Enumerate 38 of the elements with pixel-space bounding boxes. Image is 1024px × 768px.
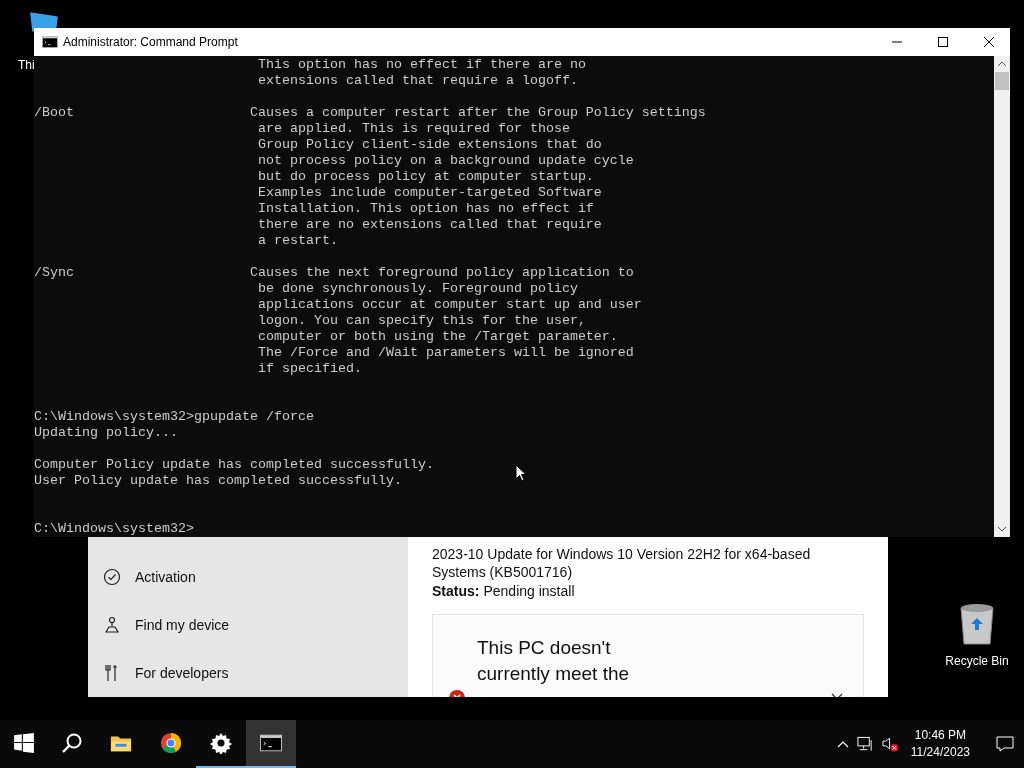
status-label: Status: (432, 583, 480, 599)
close-icon[interactable] (984, 37, 994, 47)
network-icon[interactable] (856, 736, 874, 752)
console-output: This option has no effect if there are no extensions called that require a logoff. (256, 57, 586, 89)
scroll-up-icon[interactable] (997, 61, 1007, 67)
speaker-muted-icon[interactable] (881, 736, 899, 752)
console-output: C:\Windows\system32> (34, 520, 194, 537)
person-pin-icon (103, 616, 121, 634)
desktop-icon-label[interactable]: Thi (18, 58, 35, 72)
scrollbar-thumb[interactable] (995, 72, 1009, 90)
nav-item[interactable]: Activation (135, 569, 196, 585)
update-title: 2023-10 Update for Windows 10 Version 22H2 for x64-based Systems (KB5001716) (432, 545, 812, 581)
nav-item[interactable]: For developers (135, 665, 229, 681)
mouse-pointer-icon (515, 464, 527, 482)
maximize-icon[interactable] (938, 37, 948, 47)
status-value: Pending install (483, 583, 575, 599)
recycle-bin-icon[interactable] (957, 602, 997, 646)
notification-icon[interactable] (996, 736, 1014, 752)
check-circle-icon (103, 568, 121, 586)
windows-logo-icon (13, 732, 35, 754)
taskbar-button[interactable] (246, 720, 296, 768)
console-icon (260, 732, 282, 754)
console-output: Computer Policy update has completed successfully. User Policy update has completed successfully. (34, 457, 434, 489)
console-output: /Boot Causes a computer restart after the Group Policy settings are applied. This is required for those Group Policy client-side extensions that do not process policy on a background update cycle but do process policy at computer startup. Examples include computer-targeted Software Installation. This option has no effect if there are no extensions called that require a restart. (34, 105, 706, 249)
console-icon (42, 36, 58, 48)
browser-logo-icon (160, 732, 182, 754)
scrollbar[interactable] (994, 56, 1010, 537)
scroll-down-icon[interactable] (997, 526, 1007, 532)
desktop-icon-label[interactable]: Recycle Bin (945, 654, 1009, 668)
notice-text: This PC doesn't currently meet the (477, 636, 631, 686)
console-output: /Sync Causes the next foreground policy application to be done synchronously. Foreground policy applications occur at computer start up and user logon. You can specify this for the user, computer or both using the /Target parameter. The /Force and /Wait parameters will be ignored if specified. (34, 265, 642, 377)
search-icon (61, 732, 83, 754)
clock[interactable]: 10:46 PM 11/24/2023 (906, 727, 974, 761)
nav-item[interactable]: Find my device (135, 617, 230, 633)
chevron-up-icon[interactable] (836, 740, 849, 748)
console-output: C:\Windows\system32>gpupdate /force Updating policy... (34, 408, 314, 441)
gear-icon (210, 732, 232, 754)
window-title: Administrator: Command Prompt (63, 35, 239, 49)
